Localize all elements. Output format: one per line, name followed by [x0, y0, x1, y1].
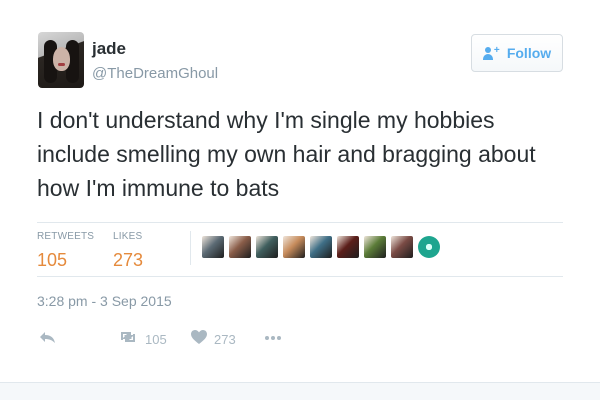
like-button[interactable]: 273	[190, 329, 236, 350]
liker-avatar-4-image	[283, 236, 305, 258]
retweet-icon	[117, 329, 139, 350]
author-handle[interactable]: @TheDreamGhoul	[92, 65, 218, 83]
liker-avatar-7-image	[364, 236, 386, 258]
tweet-timestamp[interactable]: 3:28 pm - 3 Sep 2015	[37, 293, 172, 309]
retweet-button[interactable]: 105	[117, 329, 167, 350]
follow-plus-icon: +	[493, 44, 500, 56]
heart-icon	[190, 329, 208, 350]
liker-avatar-3-image	[256, 236, 278, 258]
liker-avatar-8-image	[391, 236, 413, 258]
follow-user-icon-body	[482, 53, 493, 60]
liker-avatar-5[interactable]	[310, 236, 332, 258]
more-icon	[263, 329, 283, 347]
liker-avatar-7[interactable]	[364, 236, 386, 258]
follow-user-icon: +	[482, 44, 501, 60]
follow-button[interactable]: + Follow	[471, 34, 563, 72]
tweet-card: jade @TheDreamGhoul + Follow I don't und…	[0, 0, 600, 400]
retweets-count: 105	[37, 250, 68, 270]
avatar-mouth	[58, 63, 65, 66]
liker-avatar-8[interactable]	[391, 236, 413, 258]
liker-avatar-list	[202, 236, 440, 258]
tweet-footer-strip	[0, 382, 600, 400]
liker-avatar-2-image	[229, 236, 251, 258]
author-avatar[interactable]	[38, 32, 84, 88]
liker-avatar-5-image	[310, 236, 332, 258]
stats-bottom-divider	[37, 276, 563, 277]
stats-top-divider	[37, 222, 563, 223]
liker-avatar-3[interactable]	[256, 236, 278, 258]
liker-avatar-4[interactable]	[283, 236, 305, 258]
author-name[interactable]: jade	[92, 39, 126, 59]
stats-vertical-divider	[190, 231, 191, 265]
liker-avatar-2[interactable]	[229, 236, 251, 258]
liker-avatar-1[interactable]	[202, 236, 224, 258]
reply-icon	[37, 329, 57, 350]
likes-count: 273	[113, 250, 144, 270]
liker-avatar-9[interactable]	[418, 236, 440, 258]
likes-label: LIKES	[113, 231, 143, 242]
retweets-stat[interactable]: RETWEETS 105	[37, 231, 94, 271]
more-button[interactable]	[263, 329, 283, 347]
liker-avatar-9-image	[418, 236, 440, 258]
tweet-actions: 105 273	[37, 329, 337, 351]
liker-avatar-6-image	[337, 236, 359, 258]
reply-button[interactable]	[37, 329, 57, 350]
retweets-label: RETWEETS	[37, 231, 95, 242]
retweet-action-count: 105	[145, 331, 167, 347]
tweet-text: I don't understand why I'm single my hob…	[37, 107, 536, 201]
liker-avatar-6[interactable]	[337, 236, 359, 258]
likes-stat[interactable]: LIKES 273	[113, 231, 143, 271]
follow-user-icon-head	[484, 46, 491, 53]
like-action-count: 273	[214, 331, 236, 347]
avatar-face	[53, 47, 70, 71]
follow-button-label: Follow	[506, 45, 552, 61]
liker-avatar-1-image	[202, 236, 224, 258]
